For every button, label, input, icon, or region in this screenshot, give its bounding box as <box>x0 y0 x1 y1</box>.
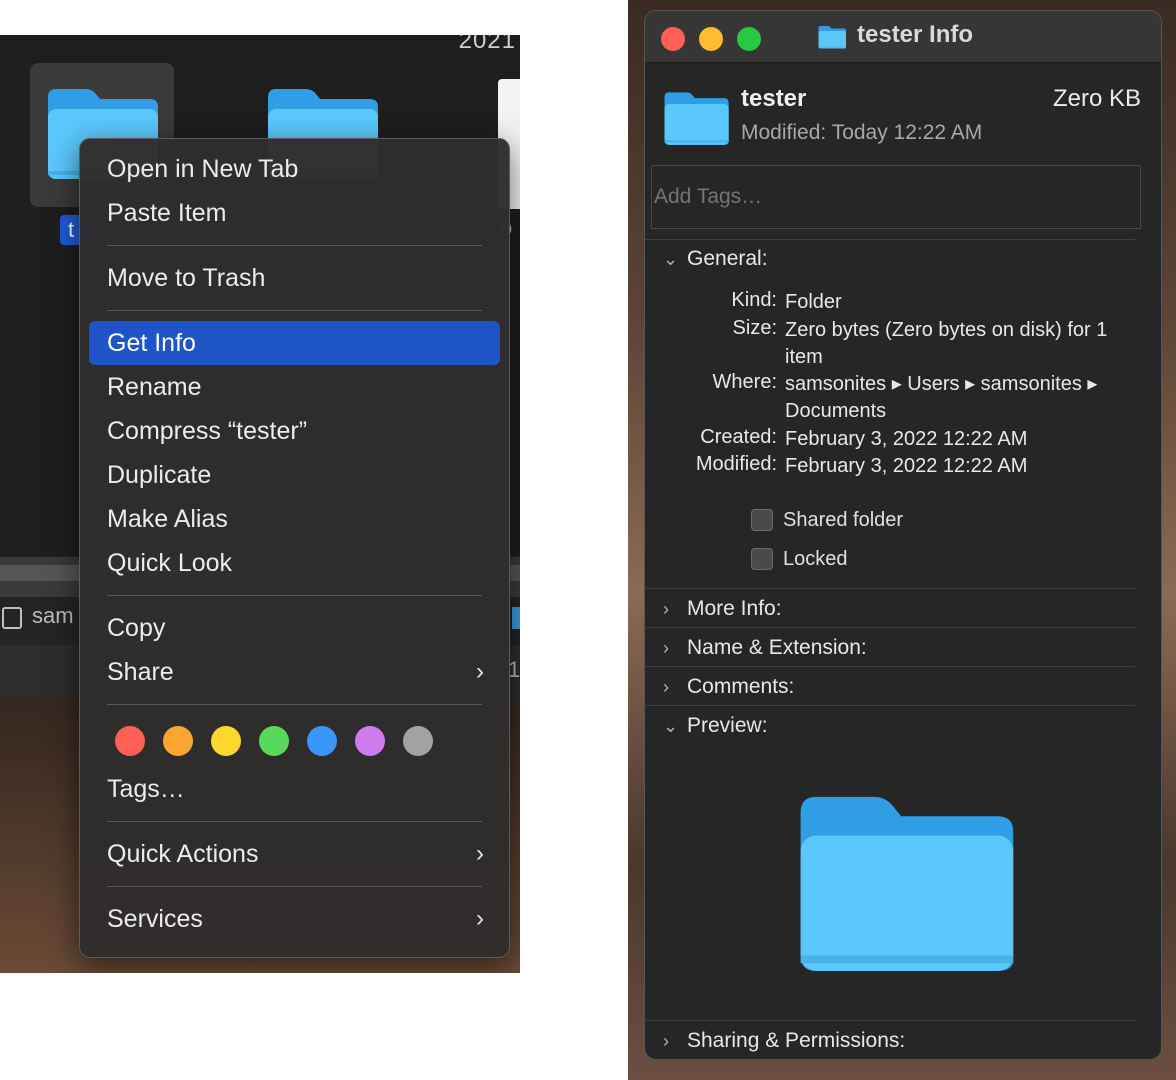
menu-item-label: Services <box>107 905 203 933</box>
menu-item-quick-actions[interactable]: Quick Actions › <box>89 832 500 876</box>
tag-gray[interactable] <box>403 726 433 756</box>
item-modified: Modified: Today 12:22 AM <box>741 121 982 145</box>
tag-red[interactable] <box>115 726 145 756</box>
folder-icon <box>817 24 847 50</box>
size-label: Size: <box>732 317 777 339</box>
item-name: tester <box>741 85 807 112</box>
modified-value: Today 12:22 AM <box>831 121 983 144</box>
section-sharing-permissions[interactable]: › Sharing & Permissions: <box>645 1022 1135 1059</box>
where-value: samsonites ▸ Users ▸ samsonites ▸ Docume… <box>785 373 1098 422</box>
created-value: February 3, 2022 12:22 AM <box>785 428 1028 450</box>
window-title: tester Info <box>857 21 974 48</box>
menu-item-open-in-new-tab[interactable]: Open in New Tab <box>89 147 500 191</box>
item-size: Zero KB <box>1053 85 1142 112</box>
menu-item-quick-look[interactable]: Quick Look <box>89 541 500 585</box>
path-bar-item[interactable]: sam <box>32 603 74 629</box>
divider <box>645 1020 1135 1021</box>
section-general[interactable]: ⌄ General: <box>645 240 1135 278</box>
chevron-right-icon: › <box>663 638 669 658</box>
tag-color-row <box>89 715 500 767</box>
folder-icon <box>789 783 1021 981</box>
section-more-info[interactable]: › More Info: <box>645 590 1135 628</box>
shared-folder-checkbox[interactable] <box>751 509 773 531</box>
year-fragment: 2021 <box>458 35 516 54</box>
menu-item-label: Share <box>107 658 174 686</box>
folder-icon <box>661 87 731 149</box>
locked-option[interactable]: Locked <box>751 546 848 572</box>
menu-item-paste-item[interactable]: Paste Item <box>89 191 500 235</box>
context-menu: Open in New Tab Paste Item Move to Trash… <box>79 138 510 958</box>
tag-green[interactable] <box>259 726 289 756</box>
menu-item-compress[interactable]: Compress “tester” <box>89 409 500 453</box>
chevron-right-icon: › <box>663 1031 669 1051</box>
close-button[interactable] <box>661 27 685 51</box>
minimize-button[interactable] <box>699 27 723 51</box>
section-title: Comments: <box>687 675 795 698</box>
checkbox-label: Locked <box>783 547 848 570</box>
section-title: Name & Extension: <box>687 636 867 659</box>
finder-window: 2021 t o sam 1 Open in New Tab Paste Ite… <box>0 35 520 973</box>
menu-item-copy[interactable]: Copy <box>89 606 500 650</box>
shared-folder-option[interactable]: Shared folder <box>751 507 903 533</box>
tag-blue[interactable] <box>307 726 337 756</box>
menu-separator <box>107 704 482 705</box>
section-title: More Info: <box>687 597 782 620</box>
size-value: Zero bytes (Zero bytes on disk) for 1 it… <box>785 319 1108 368</box>
section-comments[interactable]: › Comments: <box>645 668 1135 706</box>
menu-item-get-info[interactable]: Get Info <box>89 321 500 365</box>
zoom-button[interactable] <box>737 27 761 51</box>
tags-input[interactable] <box>651 165 1141 229</box>
tag-orange[interactable] <box>163 726 193 756</box>
section-title: General: <box>687 247 768 270</box>
menu-separator <box>107 821 482 822</box>
chevron-right-icon: › <box>476 658 484 685</box>
menu-separator <box>107 595 482 596</box>
menu-item-rename[interactable]: Rename <box>89 365 500 409</box>
menu-separator <box>107 310 482 311</box>
tag-yellow[interactable] <box>211 726 241 756</box>
chevron-right-icon: › <box>663 677 669 697</box>
locked-checkbox[interactable] <box>751 548 773 570</box>
kind-label: Kind: <box>731 289 777 311</box>
disk-icon <box>2 607 22 629</box>
menu-item-tags[interactable]: Tags… <box>89 767 500 811</box>
modified-label: Modified: <box>695 453 777 475</box>
divider <box>645 666 1135 667</box>
menu-item-duplicate[interactable]: Duplicate <box>89 453 500 497</box>
menu-item-services[interactable]: Services › <box>89 897 500 941</box>
divider <box>645 627 1135 628</box>
menu-item-label: Quick Actions <box>107 840 259 868</box>
modified-value: February 3, 2022 12:22 AM <box>785 455 1028 477</box>
section-title: Sharing & Permissions: <box>687 1029 906 1052</box>
info-window: tester Info tester Zero KB Modified: Tod… <box>644 10 1162 1060</box>
chevron-right-icon: › <box>476 905 484 932</box>
section-name-extension[interactable]: › Name & Extension: <box>645 629 1135 667</box>
modified-label: Modified: <box>741 121 827 144</box>
divider <box>645 705 1135 706</box>
kind-value: Folder <box>785 291 842 313</box>
created-label: Created: <box>700 426 777 448</box>
tag-purple[interactable] <box>355 726 385 756</box>
menu-item-make-alias[interactable]: Make Alias <box>89 497 500 541</box>
chevron-right-icon: › <box>476 840 484 867</box>
menu-item-share[interactable]: Share › <box>89 650 500 694</box>
section-preview[interactable]: ⌄ Preview: <box>645 707 1135 745</box>
chevron-right-icon: › <box>663 599 669 619</box>
folder-icon <box>512 607 520 629</box>
checkbox-label: Shared folder <box>783 508 904 531</box>
menu-separator <box>107 886 482 887</box>
chevron-down-icon: ⌄ <box>663 716 679 736</box>
menu-separator <box>107 245 482 246</box>
section-title: Preview: <box>687 714 768 737</box>
divider <box>645 588 1135 589</box>
chevron-down-icon: ⌄ <box>663 249 679 269</box>
title-bar[interactable]: tester Info <box>645 11 1161 63</box>
menu-item-move-to-trash[interactable]: Move to Trash <box>89 256 500 300</box>
where-label: Where: <box>712 371 777 393</box>
